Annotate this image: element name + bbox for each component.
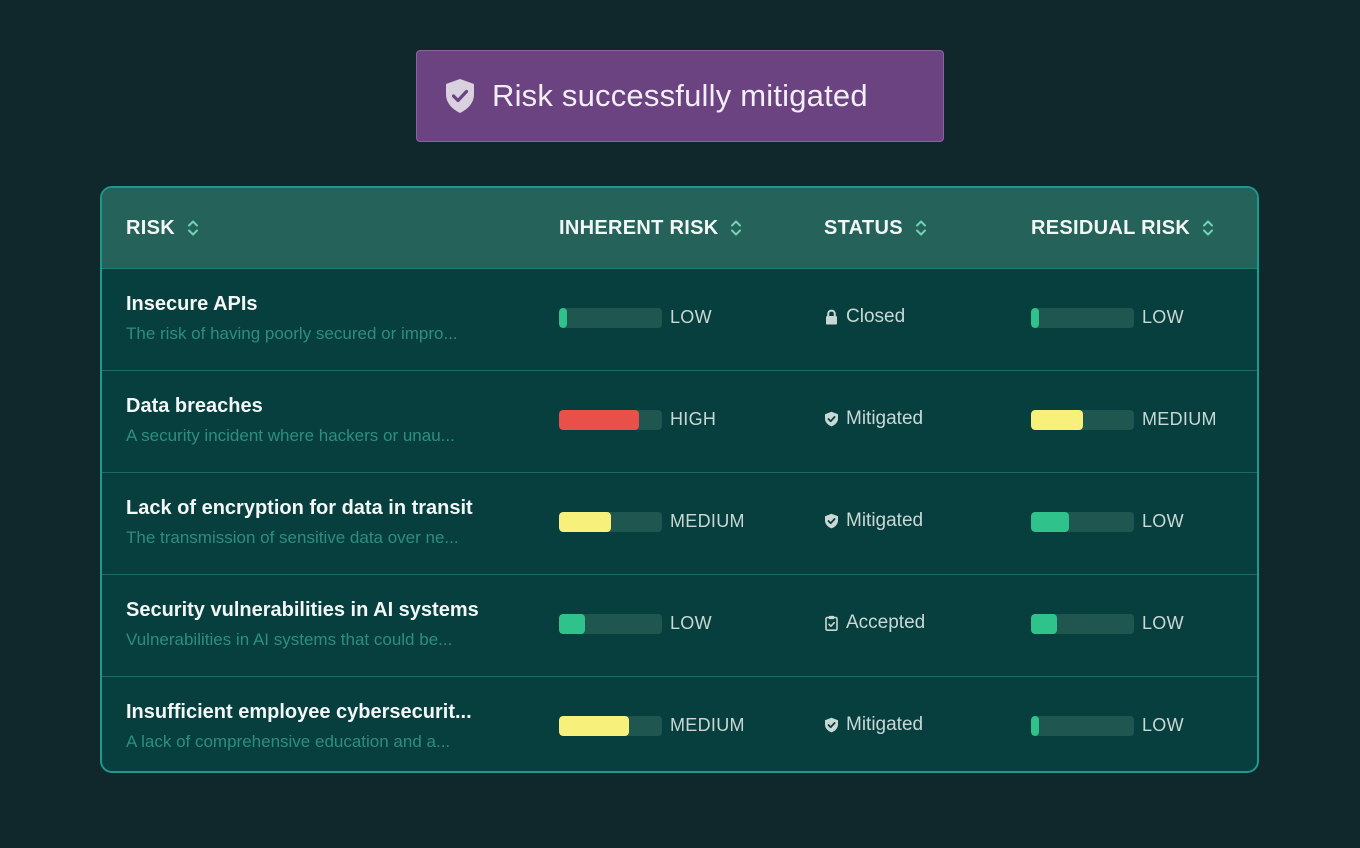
inherent-risk-level: MEDIUM xyxy=(670,511,745,531)
residual-risk-level: LOW xyxy=(1142,307,1184,327)
status-label: Mitigated xyxy=(846,714,924,735)
meter-fill xyxy=(559,716,630,736)
status-cell: Mitigated xyxy=(824,408,923,430)
column-header-label: STATUS xyxy=(824,216,903,239)
meter-fill xyxy=(559,614,585,634)
status-cell: Mitigated xyxy=(824,714,923,736)
meter-fill xyxy=(1031,512,1070,532)
residual-risk-meter xyxy=(1031,716,1134,736)
shield-check-icon xyxy=(825,411,838,427)
column-header-risk[interactable]: RISK xyxy=(126,188,199,268)
risk-title: Insecure APIs xyxy=(126,293,258,315)
risk-description: A security incident where hackers or una… xyxy=(126,426,455,445)
sort-icon xyxy=(1203,220,1214,236)
toast-message: Risk successfully mitigated xyxy=(492,78,868,113)
meter-fill xyxy=(1031,410,1083,430)
status-cell: Mitigated xyxy=(824,510,923,532)
column-header-label: RESIDUAL RISK xyxy=(1031,216,1191,239)
table-body: Insecure APIs The risk of having poorly … xyxy=(102,269,1257,771)
risk-description: The transmission of sensitive data over … xyxy=(126,528,459,547)
meter-fill xyxy=(1031,716,1040,736)
table-row[interactable]: Lack of encryption for data in transit T… xyxy=(102,473,1257,575)
table-row[interactable]: Security vulnerabilities in AI systems V… xyxy=(102,575,1257,677)
inherent-risk-meter xyxy=(559,512,662,532)
sort-icon xyxy=(187,220,198,236)
shield-check-icon xyxy=(825,717,838,733)
risk-description: A lack of comprehensive education and a.… xyxy=(126,732,451,751)
residual-risk-meter xyxy=(1031,614,1134,634)
status-label: Mitigated xyxy=(846,408,924,429)
residual-risk-level: LOW xyxy=(1142,715,1184,735)
page: Risk successfully mitigated RISK INHEREN… xyxy=(0,0,1360,848)
residual-risk-meter xyxy=(1031,308,1134,328)
residual-risk-level: MEDIUM xyxy=(1142,409,1217,429)
residual-risk-meter xyxy=(1031,410,1134,430)
sort-icon xyxy=(731,220,742,236)
status-cell: Closed xyxy=(824,306,905,328)
risk-description: The risk of having poorly secured or imp… xyxy=(126,324,458,343)
inherent-risk-meter xyxy=(559,410,662,430)
risk-table: RISK INHERENT RISK STATUS RESIDUAL RISK … xyxy=(100,186,1259,773)
meter-fill xyxy=(1031,614,1057,634)
residual-risk-level: LOW xyxy=(1142,613,1184,633)
status-label: Closed xyxy=(846,306,906,327)
meter-fill xyxy=(559,410,640,430)
shield-check-icon xyxy=(825,513,838,529)
table-row[interactable]: Insufficient employee cybersecurit... A … xyxy=(102,677,1257,771)
risk-title: Security vulnerabilities in AI systems xyxy=(126,599,479,621)
inherent-risk-level: LOW xyxy=(670,613,712,633)
risk-title: Lack of encryption for data in transit xyxy=(126,497,473,519)
inherent-risk-level: MEDIUM xyxy=(670,715,745,735)
column-header-label: INHERENT RISK xyxy=(559,216,719,239)
column-header-label: RISK xyxy=(126,216,175,239)
success-toast: Risk successfully mitigated xyxy=(416,50,944,142)
lock-icon xyxy=(826,309,837,325)
meter-fill xyxy=(1031,308,1040,328)
inherent-risk-level: HIGH xyxy=(670,409,717,429)
table-row[interactable]: Insecure APIs The risk of having poorly … xyxy=(102,269,1257,371)
column-header-residual-risk[interactable]: RESIDUAL RISK xyxy=(1031,188,1214,268)
residual-risk-level: LOW xyxy=(1142,511,1184,531)
inherent-risk-level: LOW xyxy=(670,307,712,327)
inherent-risk-meter xyxy=(559,308,662,328)
shield-check-icon xyxy=(446,79,474,113)
column-header-inherent-risk[interactable]: INHERENT RISK xyxy=(559,188,742,268)
residual-risk-meter xyxy=(1031,512,1134,532)
risk-description: Vulnerabilities in AI systems that could… xyxy=(126,630,453,649)
sort-icon xyxy=(915,220,926,236)
status-cell: Accepted xyxy=(824,612,925,634)
table-row[interactable]: Data breaches A security incident where … xyxy=(102,371,1257,473)
clipboard-check-icon xyxy=(825,615,838,631)
status-label: Mitigated xyxy=(846,510,924,531)
meter-fill xyxy=(559,308,568,328)
risk-title: Data breaches xyxy=(126,395,263,417)
table-header: RISK INHERENT RISK STATUS RESIDUAL RISK xyxy=(102,188,1257,269)
inherent-risk-meter xyxy=(559,614,662,634)
column-header-status[interactable]: STATUS xyxy=(824,188,927,268)
meter-fill xyxy=(559,512,611,532)
inherent-risk-meter xyxy=(559,716,662,736)
status-label: Accepted xyxy=(846,612,926,633)
risk-title: Insufficient employee cybersecurit... xyxy=(126,701,472,723)
